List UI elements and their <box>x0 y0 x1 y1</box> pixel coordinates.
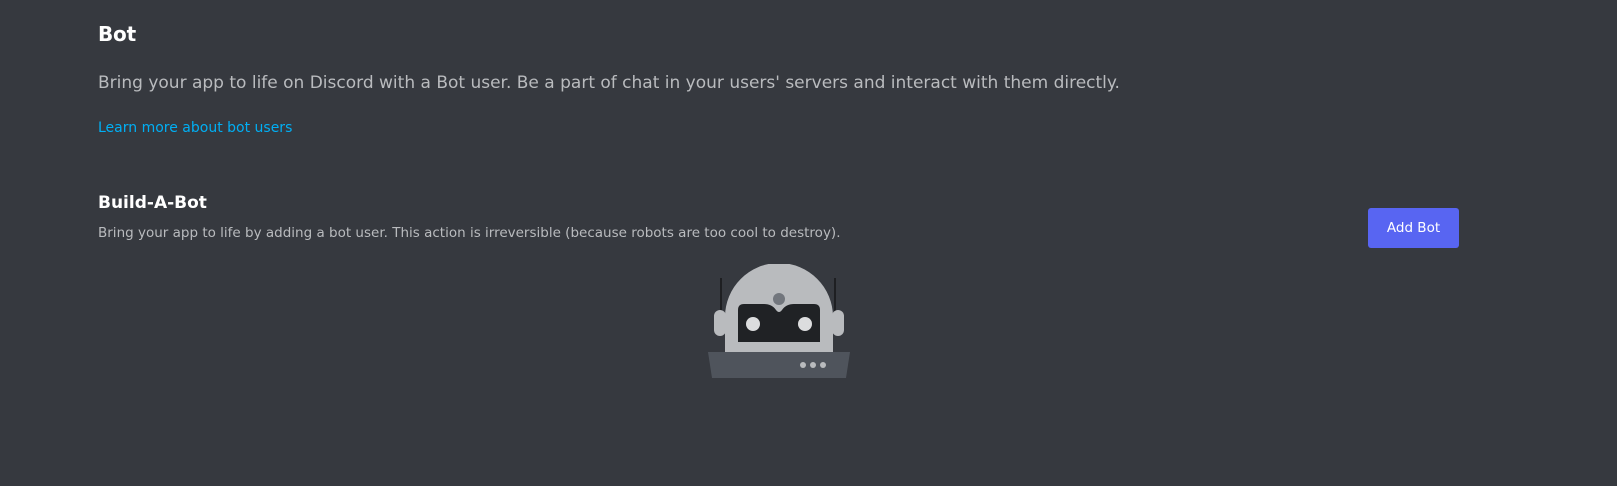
robot-dot-1 <box>800 362 806 368</box>
robot-eye-left <box>746 317 760 331</box>
robot-ear-right <box>832 310 844 336</box>
robot-antenna-left <box>720 278 722 314</box>
bot-settings-page: Bot Bring your app to life on Discord wi… <box>0 0 1617 486</box>
page-description: Bring your app to life on Discord with a… <box>98 73 1120 93</box>
page-title: Bot <box>98 22 136 46</box>
robot-dot-2 <box>810 362 816 368</box>
robot-sensor <box>773 293 785 305</box>
robot-dot-3 <box>820 362 826 368</box>
robot-eye-right <box>798 317 812 331</box>
robot-illustration-icon <box>708 264 850 378</box>
robot-base <box>708 352 850 378</box>
build-a-bot-title: Build-A-Bot <box>98 193 207 213</box>
add-bot-button[interactable]: Add Bot <box>1368 208 1459 248</box>
learn-more-link[interactable]: Learn more about bot users <box>98 120 292 136</box>
build-a-bot-description: Bring your app to life by adding a bot u… <box>98 225 841 241</box>
robot-ear-left <box>714 310 726 336</box>
robot-antenna-right <box>834 278 836 314</box>
